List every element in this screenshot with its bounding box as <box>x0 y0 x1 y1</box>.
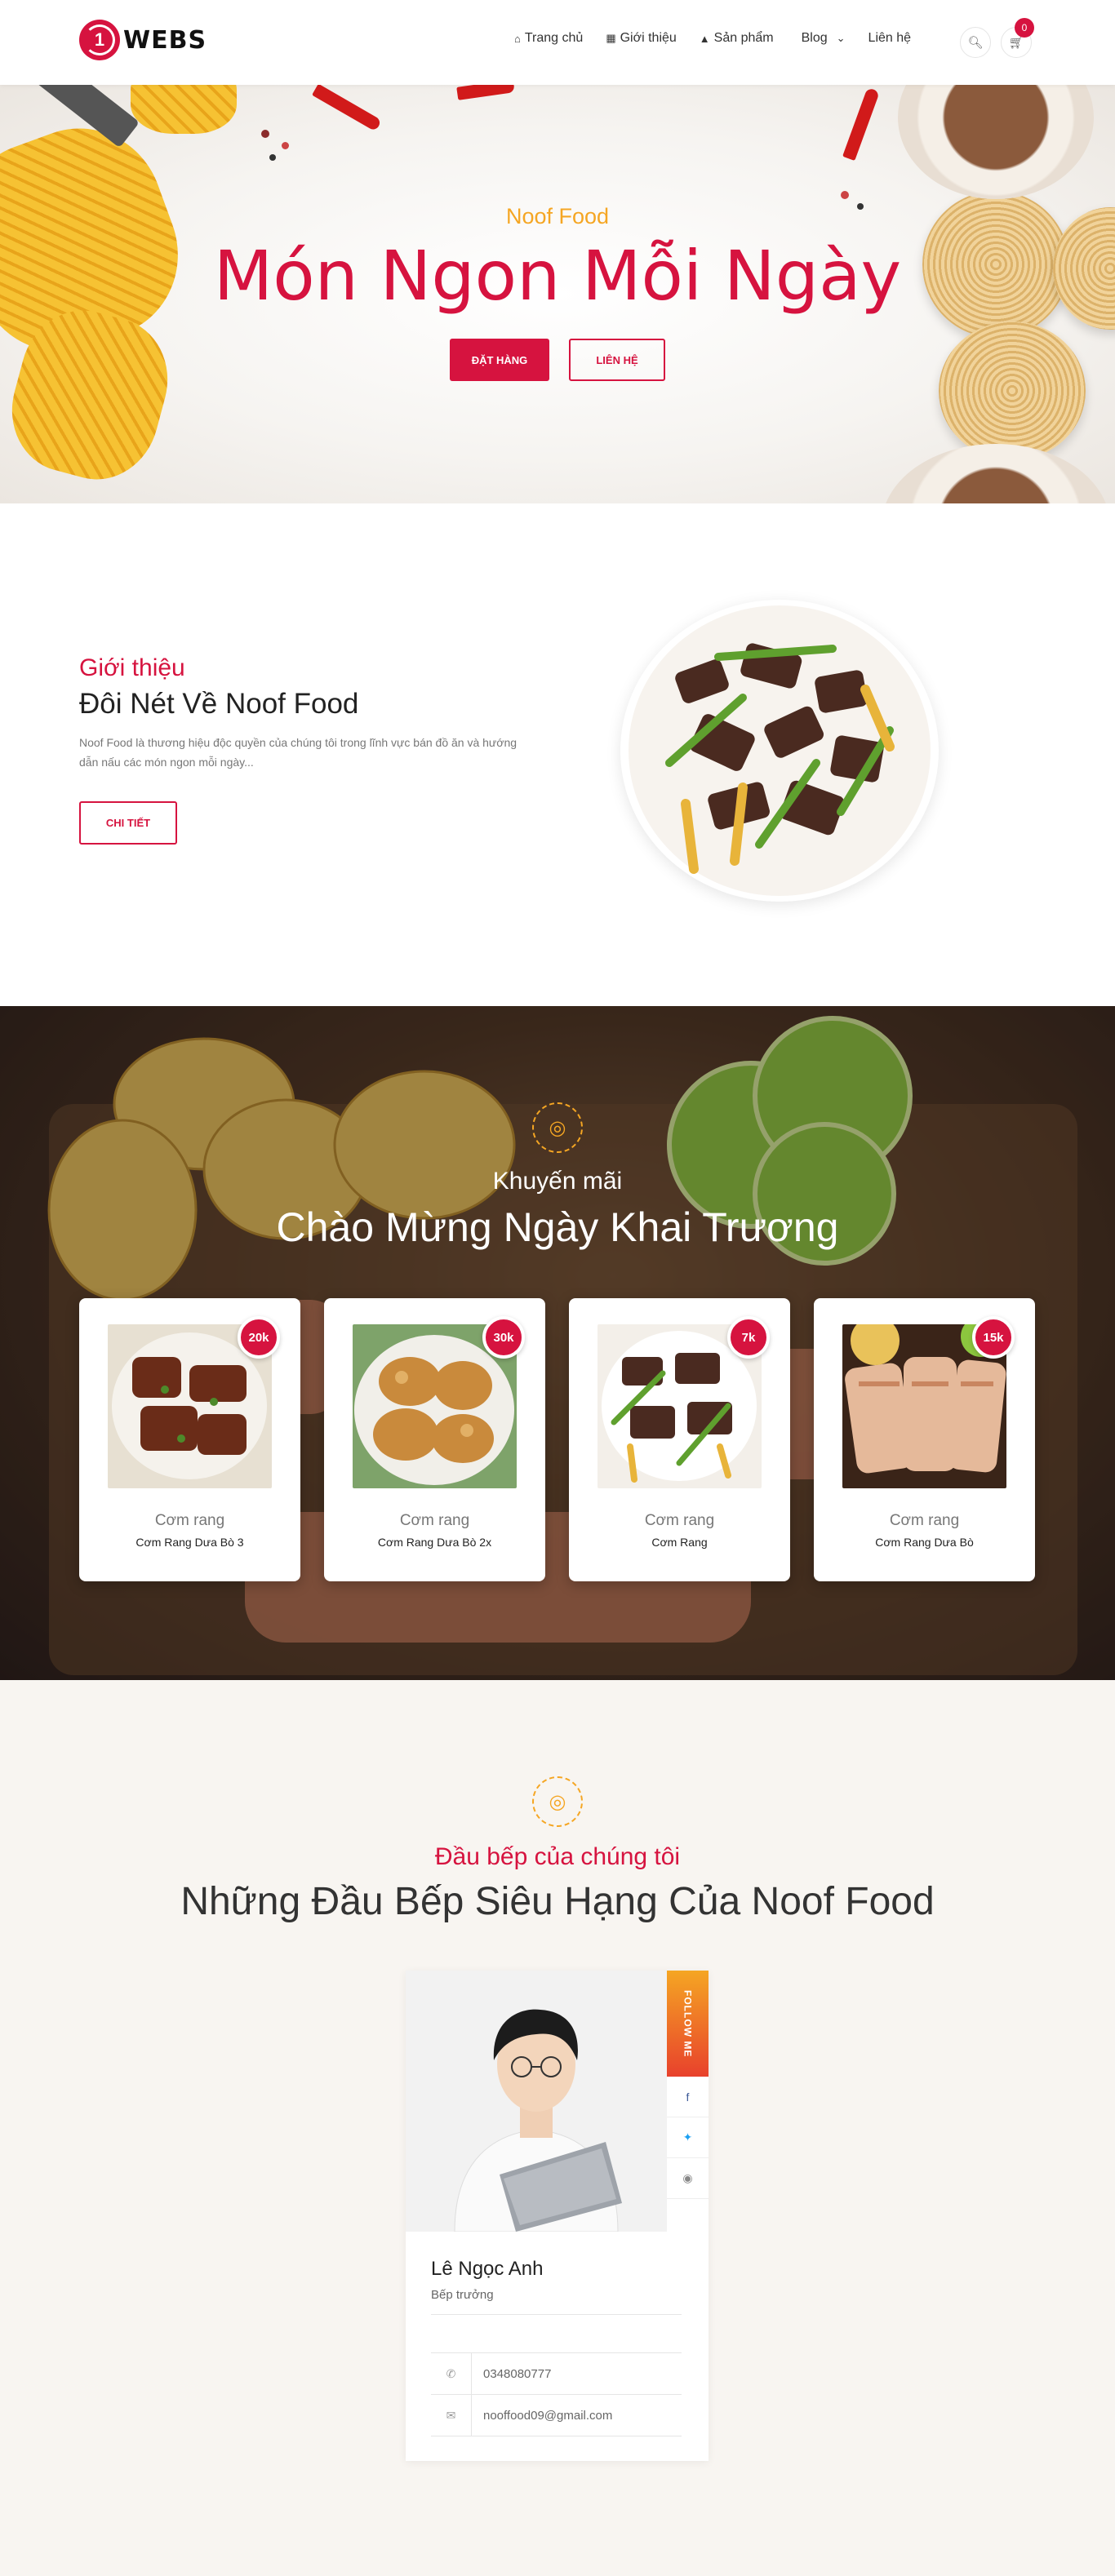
nav-item-blog[interactable]: Blog ⌄ <box>802 31 846 46</box>
product-name[interactable]: Cơm Rang <box>569 1536 790 1549</box>
product-category: Cơm rang <box>399 1512 470 1529</box>
price-badge: 30k <box>482 1316 525 1359</box>
about-dish-image <box>620 600 939 902</box>
facebook-icon[interactable]: f <box>667 2077 709 2117</box>
phone-icon: ✆ <box>431 2353 472 2394</box>
hero-subtitle: Noof Food <box>505 204 610 228</box>
donut-icon: ◎ <box>532 1776 583 1827</box>
nav-item-products[interactable]: ▲ Sản phẩm <box>700 31 774 46</box>
chefs-title: Những Đầu Bếp Siêu Hạng Của Noof Food <box>180 1880 935 1923</box>
about-description: Noof Food là thương hiệu độc quyền của c… <box>79 736 518 769</box>
search-button[interactable]: 🔍︎ <box>960 27 991 58</box>
product-card[interactable]: 20k Cơm rang Cơm Rang Dưa Bò 3 <box>79 1298 300 1581</box>
price-badge: 7k <box>727 1316 770 1359</box>
main-nav: ⌂ Trang chủ ▦ Giới thiệu ▲ Sản phẩm Blog ⌄ L… <box>514 31 911 46</box>
home-icon: ⌂ <box>514 32 521 45</box>
promo-title: Chào Mừng Ngày Khai Trương <box>276 1204 839 1250</box>
product-name[interactable]: Cơm Rang Dưa Bò 2x <box>324 1536 545 1549</box>
about-subtitle: Giới thiệu <box>79 654 185 681</box>
hero-title: Món Ngon Mỗi Ngày <box>213 236 902 316</box>
price-badge: 20k <box>238 1316 280 1359</box>
chef-phone-row: ✆ 0348080777 <box>431 2352 682 2395</box>
product-name[interactable]: Cơm Rang Dưa Bò <box>814 1536 1035 1549</box>
product-category: Cơm rang <box>154 1512 225 1529</box>
chef-photo <box>406 1971 667 2232</box>
donut-icon: ◎ <box>532 1102 583 1153</box>
product-name[interactable]: Cơm Rang Dưa Bò 3 <box>79 1536 300 1549</box>
nav-item-contact[interactable]: Liên hệ <box>868 31 912 46</box>
search-icon: 🔍︎ <box>967 36 984 50</box>
price-badge: 15k <box>972 1316 1015 1359</box>
order-button[interactable]: ĐẶT HÀNG <box>450 339 549 381</box>
product-card[interactable]: 7k Cơm rang Cơm Rang <box>569 1298 790 1581</box>
site-header: 1 WEBS ⌂ Trang chủ ▦ Giới thiệu ▲ Sản phẩm … <box>0 0 1115 85</box>
product-card[interactable]: 30k Cơm rang Cơm Rang Dưa Bò 2x <box>324 1298 545 1581</box>
chef-role: Bếp trưởng <box>431 2288 494 2302</box>
building-icon: ▦ <box>606 32 616 44</box>
nav-item-home[interactable]: ⌂ Trang chủ <box>514 31 583 46</box>
mail-icon: ✉ <box>431 2395 472 2436</box>
divider <box>431 2314 682 2315</box>
logo-text: WEBS <box>123 25 207 55</box>
chef-phone[interactable]: 0348080777 <box>472 2367 551 2381</box>
logo[interactable]: 1 WEBS <box>79 20 207 60</box>
chef-email[interactable]: nooffood09@gmail.com <box>472 2409 612 2423</box>
chevron-down-icon: ⌄ <box>836 32 846 44</box>
chefs-subtitle: Đầu bếp của chúng tôi <box>434 1843 681 1870</box>
instagram-icon[interactable]: ◉ <box>667 2158 709 2199</box>
bag-icon: ▲ <box>699 32 710 45</box>
logo-mark-icon: 1 <box>79 20 120 60</box>
detail-button[interactable]: CHI TIẾT <box>79 801 177 845</box>
product-category: Cơm rang <box>889 1512 960 1529</box>
cart-count-badge: 0 <box>1015 18 1034 38</box>
follow-me-tab: FOLLOW ME <box>667 1971 709 2077</box>
chef-email-row: ✉ nooffood09@gmail.com <box>431 2394 682 2436</box>
chef-card: FOLLOW ME f ✦ ◉ Lê Ngọc Anh Bếp trưởng ✆… <box>406 1971 709 2461</box>
contact-button[interactable]: LIÊN HỆ <box>569 339 665 381</box>
product-card[interactable]: 15k Cơm rang Cơm Rang Dưa Bò <box>814 1298 1035 1581</box>
about-title: Đôi Nét Về Noof Food <box>79 688 359 720</box>
promo-subtitle: Khuyến mãi <box>492 1168 623 1195</box>
chef-name: Lê Ngọc Anh <box>431 2258 544 2280</box>
product-category: Cơm rang <box>644 1512 715 1529</box>
hero-banner: Noof Food Món Ngon Mỗi Ngày ĐẶT HÀNG LIÊ… <box>0 85 1115 503</box>
twitter-icon[interactable]: ✦ <box>667 2117 709 2158</box>
nav-item-about[interactable]: ▦ Giới thiệu <box>606 31 676 46</box>
